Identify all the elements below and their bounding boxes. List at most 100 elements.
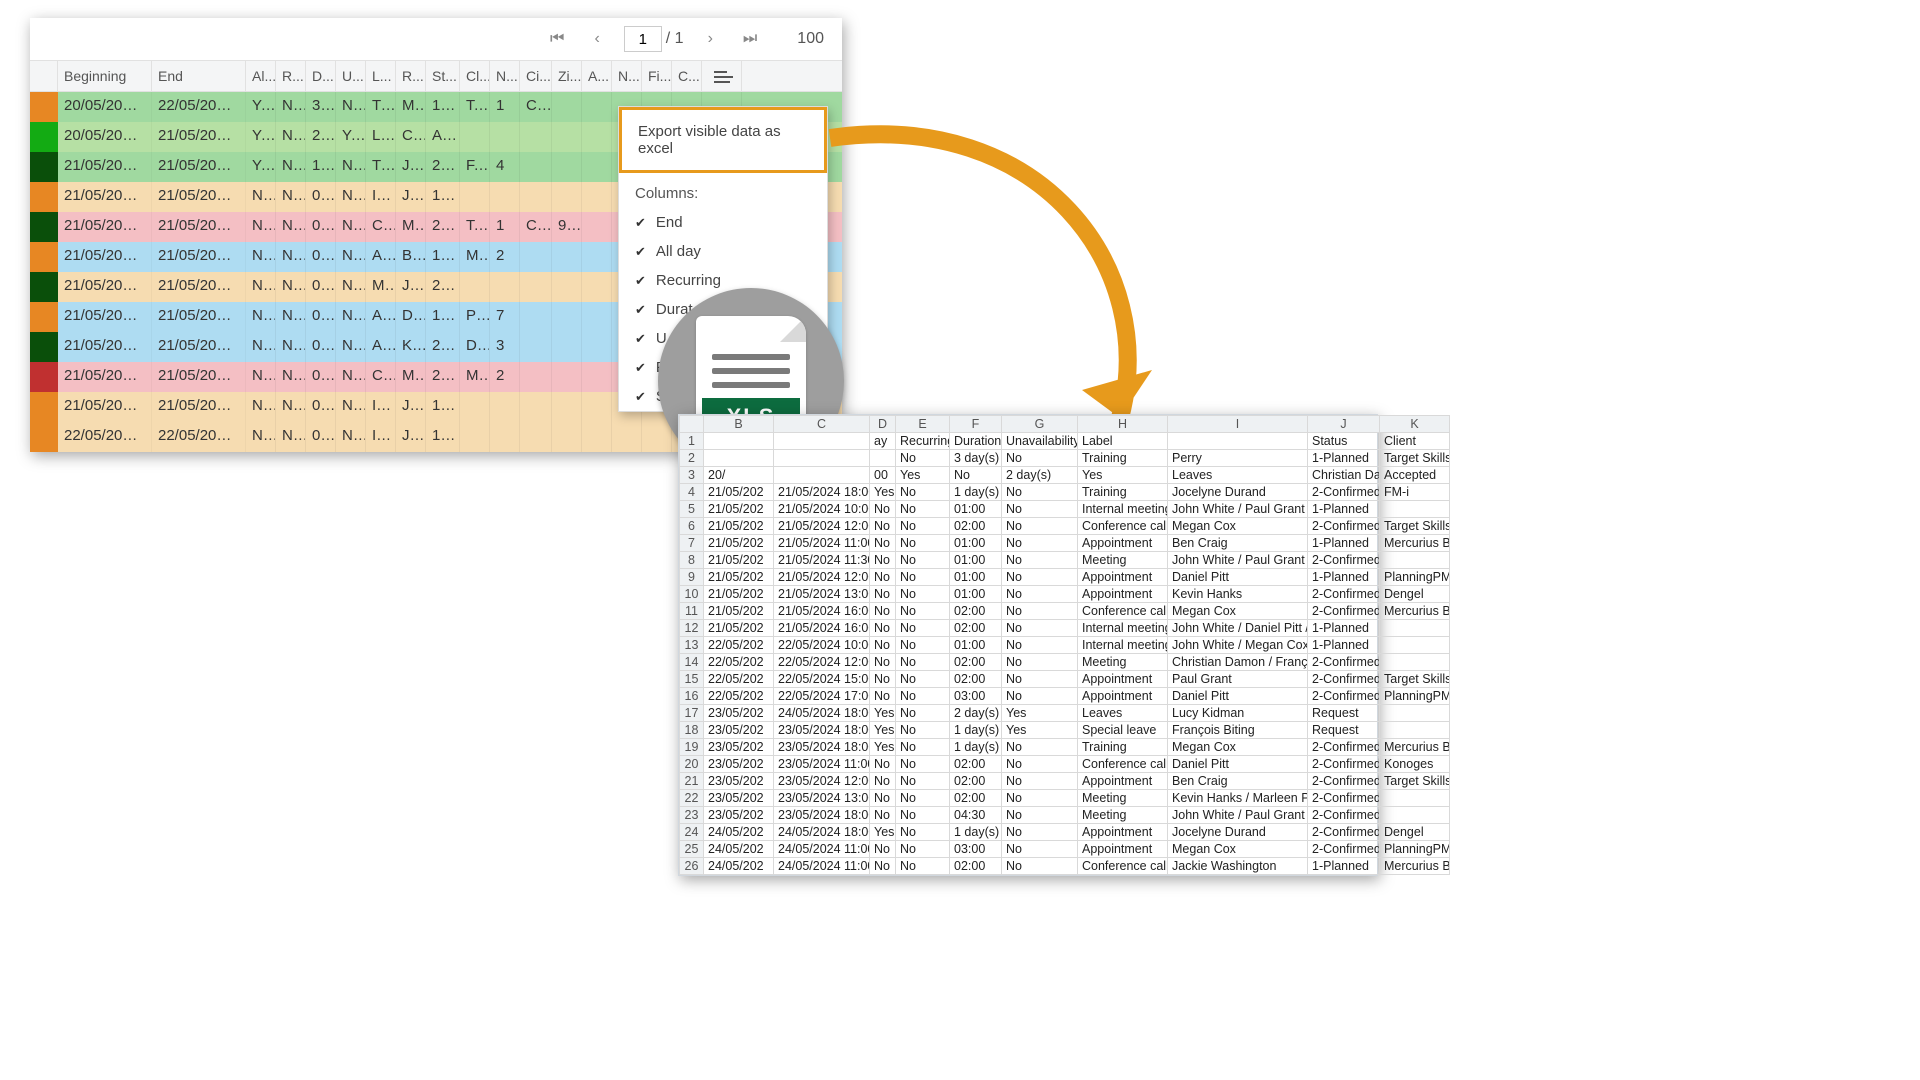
excel-cell[interactable]: No [870,586,896,603]
excel-cell[interactable]: 24/05/2024 11:00 [774,858,870,875]
excel-cell[interactable]: No [870,518,896,535]
excel-cell[interactable]: Yes [896,467,950,484]
excel-cell[interactable]: 23/05/2024 18:00 [774,807,870,824]
excel-cell[interactable]: 21/05/2024 12:00 [774,518,870,535]
excel-cell[interactable]: 1-Planned [1308,637,1380,654]
excel-cell[interactable]: 21/05/202 [704,603,774,620]
excel-row-number[interactable]: 19 [680,739,704,756]
col-allday[interactable]: Al... [246,61,276,91]
excel-cell[interactable]: 02:00 [950,858,1002,875]
excel-cell[interactable]: 21/05/202 [704,569,774,586]
excel-cell[interactable]: Internal meeting [1078,501,1168,518]
excel-col-letter[interactable]: G [1002,416,1078,433]
excel-cell[interactable]: 21/05/2024 12:00 [774,569,870,586]
excel-cell[interactable]: John White / Paul Grant / Lucy Ki [1168,501,1308,518]
excel-cell[interactable]: 22/05/202 [704,671,774,688]
excel-cell[interactable]: 03:00 [950,841,1002,858]
excel-cell[interactable]: Meeting [1078,790,1168,807]
excel-cell[interactable]: No [896,756,950,773]
excel-cell[interactable]: 01:00 [950,586,1002,603]
excel-cell[interactable]: 2-Confirmed [1308,773,1380,790]
excel-cell[interactable]: Appointment [1078,586,1168,603]
excel-cell[interactable]: Yes [1078,467,1168,484]
excel-cell[interactable]: No [896,688,950,705]
excel-cell[interactable]: No [870,671,896,688]
excel-cell[interactable]: 21/05/2024 13:00 [774,586,870,603]
excel-cell[interactable]: 2-Confirmed [1308,671,1380,688]
excel-header-cell[interactable]: ay [870,433,896,450]
excel-cell[interactable]: 21/05/2024 16:00 [774,603,870,620]
excel-cell[interactable]: No [896,569,950,586]
excel-cell[interactable]: No [870,654,896,671]
excel-cell[interactable]: No [870,756,896,773]
excel-cell[interactable]: 24/05/2024 18:00 [774,705,870,722]
excel-cell[interactable]: Appointment [1078,841,1168,858]
excel-cell[interactable]: 23/05/2024 18:00 [774,739,870,756]
excel-cell[interactable]: 2 day(s) [950,705,1002,722]
col-beginning[interactable]: Beginning [58,61,152,91]
excel-cell[interactable]: 01:00 [950,569,1002,586]
excel-cell[interactable]: No [896,535,950,552]
excel-cell[interactable]: Meeting [1078,807,1168,824]
excel-cell[interactable]: Meeting [1078,552,1168,569]
excel-cell[interactable]: Yes [1002,705,1078,722]
excel-cell[interactable]: Ben Craig [1168,773,1308,790]
excel-cell[interactable]: 01:00 [950,535,1002,552]
excel-cell[interactable]: 21/05/202 [704,535,774,552]
excel-cell[interactable]: 22/05/2024 12:00 [774,654,870,671]
excel-header-cell[interactable]: Label [1078,433,1168,450]
excel-cell[interactable]: 24/05/202 [704,824,774,841]
excel-cell[interactable]: 23/05/2024 12:00 [774,773,870,790]
excel-cell[interactable]: 01:00 [950,637,1002,654]
excel-cell[interactable]: No [1002,790,1078,807]
excel-cell[interactable]: Paul Grant [1168,671,1308,688]
excel-cell[interactable]: 2-Confirmed [1308,484,1380,501]
excel-cell[interactable]: 02:00 [950,654,1002,671]
col-client[interactable]: Cl... [460,61,490,91]
excel-cell[interactable]: 23/05/202 [704,739,774,756]
excel-cell[interactable]: Megan Cox [1168,739,1308,756]
col-status[interactable]: St... [426,61,460,91]
excel-cell[interactable]: No [950,467,1002,484]
excel-cell[interactable]: 24/05/202 [704,858,774,875]
excel-cell[interactable]: 22/05/202 [704,688,774,705]
excel-cell[interactable]: No [1002,688,1078,705]
excel-row-number[interactable]: 15 [680,671,704,688]
excel-cell[interactable]: No [1002,773,1078,790]
excel-cell[interactable]: 23/05/202 [704,756,774,773]
excel-cell[interactable]: No [896,739,950,756]
excel-cell[interactable]: No [896,790,950,807]
excel-cell[interactable]: 23/05/202 [704,807,774,824]
columns-menu-button[interactable] [702,61,742,91]
excel-cell[interactable]: 21/05/202 [704,620,774,637]
pager-first-icon[interactable]: ⏮ [544,26,570,52]
excel-cell[interactable]: No [870,535,896,552]
col-address[interactable]: A... [582,61,612,91]
excel-cell[interactable]: John White / Daniel Pitt / Franço [1168,620,1308,637]
excel-cell[interactable]: No [870,807,896,824]
excel-cell[interactable]: 2-Confirmed [1308,603,1380,620]
excel-cell[interactable]: PlanningPME [1380,841,1450,858]
col-zip[interactable]: Zi... [552,61,582,91]
excel-cell[interactable]: 2 day(s) [1002,467,1078,484]
excel-cell[interactable]: Kevin Hanks / Marleen Perry / M [1168,790,1308,807]
excel-cell[interactable]: No [896,620,950,637]
col-end[interactable]: End [152,61,246,91]
excel-cell[interactable]: 2-Confirmed [1308,688,1380,705]
excel-cell[interactable]: 02:00 [950,620,1002,637]
excel-col-letter[interactable]: J [1308,416,1380,433]
excel-cell[interactable]: 1 day(s) [950,722,1002,739]
excel-cell[interactable]: Training [1078,739,1168,756]
excel-cell[interactable]: 2-Confirmed [1308,518,1380,535]
excel-row-number[interactable]: 8 [680,552,704,569]
excel-cell[interactable]: Target Skills [1380,671,1450,688]
excel-cell[interactable]: No [896,552,950,569]
excel-cell[interactable]: Mercurius Bu [1380,858,1450,875]
pager-last-icon[interactable]: ⏭ [737,26,763,52]
excel-cell[interactable]: 22/05/202 [704,637,774,654]
excel-cell[interactable]: No [896,722,950,739]
excel-row-number[interactable]: 2 [680,450,704,467]
excel-cell[interactable] [774,450,870,467]
excel-cell[interactable]: Appointment [1078,688,1168,705]
pager-page-input[interactable] [624,26,662,52]
